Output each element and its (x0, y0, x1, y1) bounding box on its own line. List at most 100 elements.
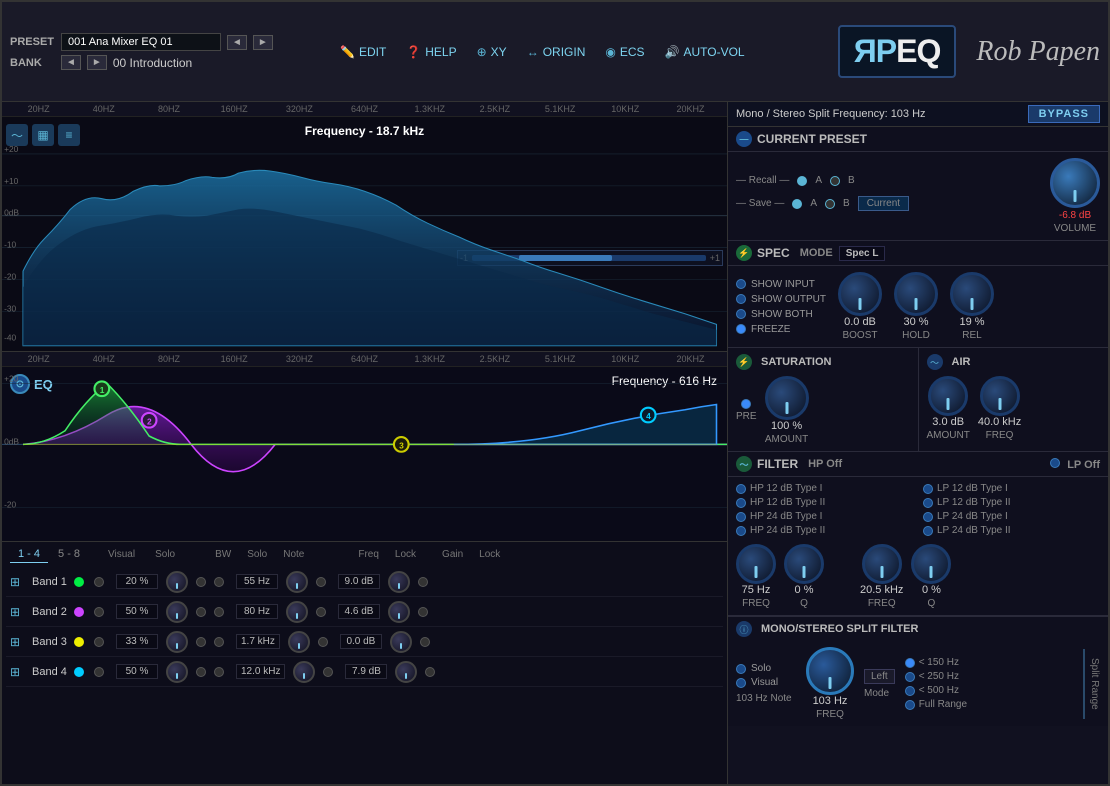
band1-bw-knob[interactable] (166, 571, 188, 593)
origin-button[interactable]: ↔ ORIGIN (527, 45, 586, 59)
ecs-button[interactable]: ◉ ECS (605, 45, 644, 59)
band3-lock2-dot[interactable] (420, 637, 430, 647)
bank-prev-btn[interactable]: ◄ (61, 55, 81, 70)
band4-freq-knob[interactable] (293, 661, 315, 683)
band4-lock2-dot[interactable] (425, 667, 435, 677)
lp-type-2-indicator[interactable] (923, 498, 933, 508)
split-freq-opt-1-indicator[interactable] (905, 658, 915, 668)
split-freq-opt-2[interactable]: < 250 Hz (905, 671, 1073, 682)
lp-type-4-indicator[interactable] (923, 526, 933, 536)
split-visual-option[interactable]: Visual (736, 677, 796, 688)
lp-type-1[interactable]: LP 12 dB Type I (923, 483, 1100, 494)
show-input-option[interactable]: SHOW INPUT (736, 279, 826, 290)
bank-next-btn[interactable]: ► (87, 55, 107, 70)
lp-type-3-indicator[interactable] (923, 512, 933, 522)
split-left-button[interactable]: Left (864, 669, 895, 684)
band2-note-dot[interactable] (214, 607, 224, 617)
band3-solo-dot[interactable] (94, 637, 104, 647)
band4-solo-dot[interactable] (94, 667, 104, 677)
help-button[interactable]: ❓ HELP (406, 45, 456, 59)
eq-svg[interactable]: +20 0dB -20 (2, 352, 727, 541)
hp-q-knob[interactable] (784, 544, 824, 584)
band3-visual-dot[interactable] (74, 637, 84, 647)
hp-type-4-indicator[interactable] (736, 526, 746, 536)
band4-lock1-dot[interactable] (323, 667, 333, 677)
preset-prev-btn[interactable]: ◄ (227, 35, 247, 50)
band1-lock2-dot[interactable] (418, 577, 428, 587)
lp-type-1-indicator[interactable] (923, 484, 933, 494)
band2-freq-knob[interactable] (286, 601, 308, 623)
band2-lock1-dot[interactable] (316, 607, 326, 617)
preset-next-btn[interactable]: ► (253, 35, 273, 50)
band3-bw-knob[interactable] (166, 631, 188, 653)
lp-indicator[interactable] (1050, 458, 1060, 468)
split-freq-opt-4[interactable]: Full Range (905, 699, 1073, 710)
boost-knob[interactable] (838, 272, 882, 316)
band1-solo-dot[interactable] (94, 577, 104, 587)
split-freq-opt-3-indicator[interactable] (905, 686, 915, 696)
hp-type-3[interactable]: HP 24 dB Type I (736, 511, 913, 522)
band4-gain-knob[interactable] (395, 661, 417, 683)
band2-lock2-dot[interactable] (418, 607, 428, 617)
show-output-indicator[interactable] (736, 294, 746, 304)
band2-bw-knob[interactable] (166, 601, 188, 623)
hp-freq-knob[interactable] (736, 544, 776, 584)
hold-knob[interactable] (894, 272, 938, 316)
freeze-option[interactable]: FREEZE (736, 324, 826, 335)
lp-type-3[interactable]: LP 24 dB Type I (923, 511, 1100, 522)
band3-lock1-dot[interactable] (318, 637, 328, 647)
band4-bw-solo[interactable] (196, 667, 206, 677)
show-both-option[interactable]: SHOW BOTH (736, 309, 826, 320)
band3-freq-knob[interactable] (288, 631, 310, 653)
split-freq-opt-2-indicator[interactable] (905, 672, 915, 682)
band4-visual-dot[interactable] (74, 667, 84, 677)
save-b-radio[interactable] (825, 199, 835, 209)
band2-visual-dot[interactable] (74, 607, 84, 617)
autovol-button[interactable]: 🔊 AUTO-VOL (665, 45, 745, 59)
sat-amount-knob[interactable] (765, 376, 809, 420)
split-solo-indicator[interactable] (736, 664, 746, 674)
band4-bw-knob[interactable] (166, 661, 188, 683)
show-input-indicator[interactable] (736, 279, 746, 289)
bypass-button[interactable]: BYPASS (1028, 105, 1100, 123)
band-tab-1-4[interactable]: 1 - 4 (10, 546, 48, 563)
current-button[interactable]: Current (858, 196, 909, 211)
lp-freq-knob[interactable] (862, 544, 902, 584)
split-freq-opt-4-indicator[interactable] (905, 700, 915, 710)
show-both-indicator[interactable] (736, 309, 746, 319)
hp-type-3-indicator[interactable] (736, 512, 746, 522)
freeze-indicator[interactable] (736, 324, 746, 334)
band3-note-dot[interactable] (214, 637, 224, 647)
split-freq-opt-3[interactable]: < 500 Hz (905, 685, 1073, 696)
recall-a-radio[interactable] (797, 176, 807, 186)
hp-type-2[interactable]: HP 12 dB Type II (736, 497, 913, 508)
band-tab-5-8[interactable]: 5 - 8 (50, 546, 88, 563)
band1-freq-knob[interactable] (286, 571, 308, 593)
band3-gain-knob[interactable] (390, 631, 412, 653)
split-freq-opt-1[interactable]: < 150 Hz (905, 657, 1073, 668)
show-output-option[interactable]: SHOW OUTPUT (736, 294, 826, 305)
split-visual-indicator[interactable] (736, 678, 746, 688)
band1-note-dot[interactable] (214, 577, 224, 587)
band4-note-dot[interactable] (214, 667, 224, 677)
recall-b-radio[interactable] (830, 176, 840, 186)
hp-type-2-indicator[interactable] (736, 498, 746, 508)
band1-visual-dot[interactable] (74, 577, 84, 587)
preset-input[interactable] (61, 33, 221, 51)
hp-type-1-indicator[interactable] (736, 484, 746, 494)
volume-knob[interactable] (1050, 158, 1100, 208)
band3-bw-solo[interactable] (196, 637, 206, 647)
rel-knob[interactable] (950, 272, 994, 316)
edit-button[interactable]: ✏️ EDIT (340, 45, 386, 59)
hp-type-1[interactable]: HP 12 dB Type I (736, 483, 913, 494)
lp-type-2[interactable]: LP 12 dB Type II (923, 497, 1100, 508)
hp-type-4[interactable]: HP 24 dB Type II (736, 525, 913, 536)
band1-lock1-dot[interactable] (316, 577, 326, 587)
band1-bw-solo[interactable] (196, 577, 206, 587)
xy-button[interactable]: ⊕ XY (477, 45, 507, 59)
save-a-radio[interactable] (792, 199, 802, 209)
air-amount-knob[interactable] (928, 376, 968, 416)
pre-indicator[interactable] (741, 399, 751, 409)
band2-gain-knob[interactable] (388, 601, 410, 623)
split-freq-knob[interactable] (806, 647, 854, 695)
